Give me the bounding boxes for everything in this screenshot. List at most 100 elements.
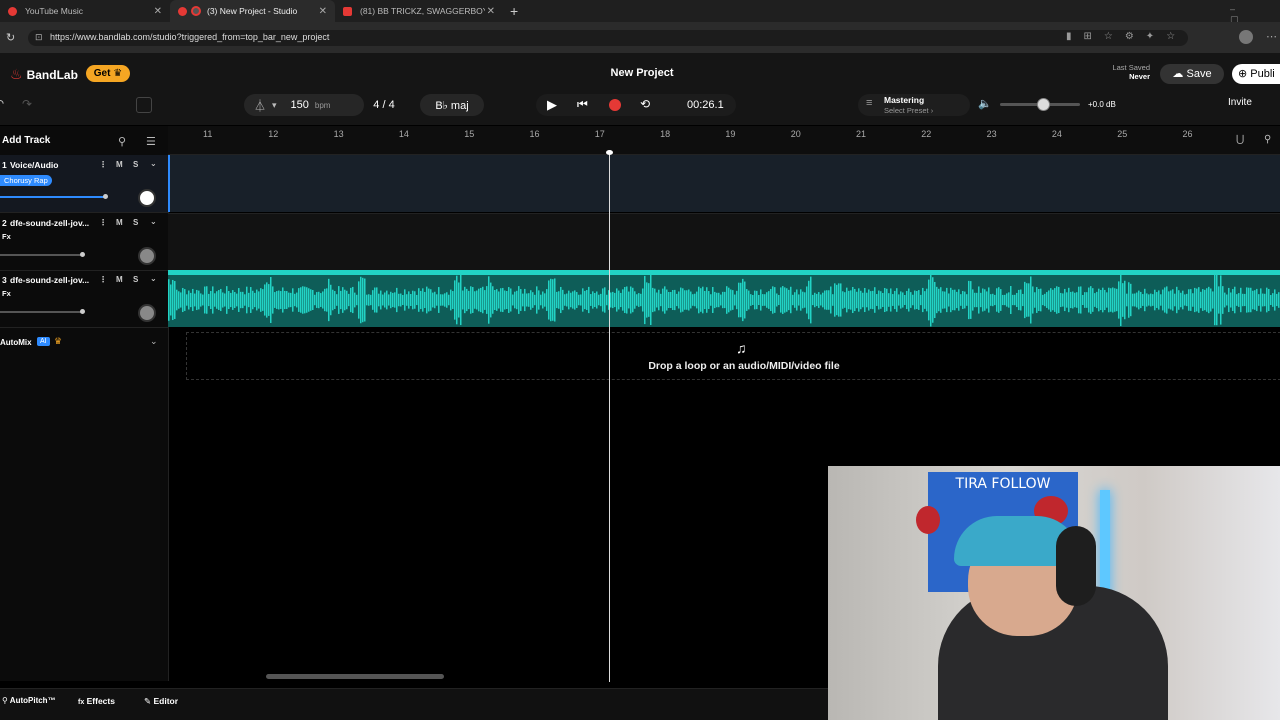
browser-tab-active[interactable]: (3) New Project - Studio ✕ <box>170 0 335 22</box>
play-icon[interactable]: ▶ <box>547 97 557 113</box>
invite-button[interactable]: Invite <box>1228 97 1252 108</box>
solo-button[interactable]: S <box>133 160 138 169</box>
track-header-1[interactable]: 1 Voice/Audio Chorusy Rap ⋮ M S ⌄ <box>0 155 168 213</box>
tuner-icon[interactable]: ⚲ <box>118 135 126 148</box>
pan-knob[interactable] <box>138 304 156 322</box>
close-icon[interactable]: ✕ <box>319 6 327 17</box>
track-number: 2 <box>2 218 7 228</box>
pan-knob[interactable] <box>138 247 156 265</box>
effects-button[interactable]: fx Effects <box>78 696 115 706</box>
track-volume-thumb[interactable] <box>80 309 85 314</box>
filter-icon[interactable]: ☰ <box>146 135 156 148</box>
tempo-control[interactable]: ⏃ ▾ 150 bpm <box>244 94 364 116</box>
ruler-bar-number: 26 <box>1182 129 1193 139</box>
magnet-snap-icon[interactable]: ⋃ <box>1236 134 1244 145</box>
track-volume-thumb[interactable] <box>80 252 85 257</box>
track-volume-fader[interactable] <box>0 196 105 198</box>
track-lane-1[interactable] <box>168 155 1280 212</box>
track-menu-icon[interactable]: ⋮ <box>99 218 107 227</box>
chevron-down-icon[interactable]: ⌄ <box>150 274 157 283</box>
track-volume-thumb[interactable] <box>103 194 108 199</box>
autopitch-button[interactable]: ⚲ AutoPitch™ <box>2 696 56 705</box>
effect-preset-badge[interactable]: Chorusy Rap <box>0 175 52 186</box>
playhead[interactable] <box>609 152 610 682</box>
close-icon[interactable]: ✕ <box>154 6 162 17</box>
editor-button[interactable]: ✎ Editor <box>144 696 178 707</box>
project-title[interactable]: New Project <box>560 67 724 79</box>
more-menu-icon[interactable]: ⋯ <box>1266 30 1277 43</box>
browser-tab[interactable]: (81) BB TRICKZ, SWAGGERBOYZ T... ✕ <box>335 0 503 22</box>
undo-icon[interactable]: ↶ <box>0 97 4 111</box>
last-saved-value: Never <box>1129 72 1150 81</box>
skip-back-icon[interactable]: ⏮ <box>577 97 588 112</box>
speaker-icon[interactable]: 🔈 <box>978 97 992 110</box>
new-tab-icon[interactable]: + <box>510 3 518 19</box>
browser-tab-bar: YouTube Music ✕ (3) New Project - Studio… <box>0 0 1280 24</box>
automix-label[interactable]: AutoMix <box>0 338 32 347</box>
close-icon[interactable]: ✕ <box>487 6 495 17</box>
mastering-sliders-icon: ≡ <box>866 97 873 109</box>
save-button[interactable]: ☁ Save <box>1160 64 1224 84</box>
solo-button[interactable]: S <box>133 275 138 284</box>
bottom-toolbar <box>0 688 828 720</box>
chevron-down-icon[interactable]: ▾ <box>272 100 277 111</box>
mute-button[interactable]: M <box>116 160 123 169</box>
mastering-preset[interactable]: Select Preset › <box>884 106 933 115</box>
browser-tab[interactable]: YouTube Music ✕ <box>0 0 170 22</box>
track-header-2[interactable]: 2 dfe-sound-zell-jov... Fx ⋮ M S ⌄ <box>0 213 168 271</box>
browser-extension-icons[interactable]: ▮⊞☆⚙✦☆ <box>1066 31 1187 42</box>
track-volume-fader[interactable] <box>0 254 82 256</box>
pan-knob[interactable] <box>138 189 156 207</box>
ruler-bar-number: 25 <box>1117 129 1128 139</box>
tab-title: (81) BB TRICKZ, SWAGGERBOYZ T... <box>360 6 485 16</box>
track-lane-3[interactable] <box>168 270 1280 327</box>
youtube-icon <box>343 6 352 16</box>
site-info-icon[interactable]: ⊡ <box>35 32 43 43</box>
key-selector[interactable]: B♭ maj <box>420 94 484 116</box>
track-name[interactable]: dfe-sound-zell-jov... <box>10 275 89 285</box>
fx-label[interactable]: Fx <box>2 289 11 298</box>
ruler-bar-number: 18 <box>660 129 671 139</box>
horizontal-scrollbar[interactable] <box>266 674 444 679</box>
reload-icon[interactable]: ↻ <box>6 31 15 44</box>
chevron-down-icon[interactable]: ⌄ <box>150 159 157 168</box>
fx-label[interactable]: Fx <box>2 232 11 241</box>
master-volume-db: +0.0 dB <box>1088 100 1116 109</box>
ruler-bar-number: 13 <box>333 129 344 139</box>
track-name[interactable]: Voice/Audio <box>10 160 59 170</box>
loop-icon[interactable]: ⟲ <box>640 97 650 111</box>
music-note-plus-icon: ♫ <box>736 340 747 356</box>
redo-icon[interactable]: ↷ <box>22 97 32 111</box>
tempo-value[interactable]: 150 <box>291 99 309 111</box>
solo-button[interactable]: S <box>133 218 138 227</box>
audio-waveform[interactable] <box>168 270 1280 327</box>
chevron-down-icon[interactable]: ⌄ <box>150 336 158 347</box>
track-menu-icon[interactable]: ⋮ <box>99 160 107 169</box>
track-volume-fader[interactable] <box>0 311 82 313</box>
ruler-bar-number: 20 <box>790 129 801 139</box>
pencil-icon: ✎ <box>144 696 152 706</box>
track-lane-2[interactable] <box>168 213 1280 271</box>
track-name[interactable]: dfe-sound-zell-jov... <box>10 218 89 228</box>
tab-title: (3) New Project - Studio <box>207 6 298 16</box>
playhead-handle[interactable] <box>606 150 613 155</box>
publish-button[interactable]: ⊕ Publi <box>1232 64 1280 84</box>
bandlab-logo[interactable]: ♨ BandLab <box>10 66 78 83</box>
mute-button[interactable]: M <box>116 275 123 284</box>
add-track-button[interactable]: Add Track <box>2 135 50 146</box>
time-signature[interactable]: 4 / 4 <box>360 94 408 116</box>
drop-zone[interactable] <box>186 332 1280 380</box>
master-volume-thumb[interactable] <box>1037 98 1050 111</box>
chevron-down-icon[interactable]: ⌄ <box>150 217 157 226</box>
effects-label: Effects <box>86 696 115 706</box>
record-icon[interactable] <box>609 99 621 111</box>
get-membership-button[interactable]: Get ♛ <box>86 65 130 82</box>
last-saved-status: Last Saved Never <box>1100 63 1150 81</box>
panel-toggle-icon[interactable] <box>136 97 152 113</box>
track-header-3[interactable]: 3 dfe-sound-zell-jov... Fx ⋮ M S ⌄ <box>0 270 168 328</box>
mute-button[interactable]: M <box>116 218 123 227</box>
track-menu-icon[interactable]: ⋮ <box>99 275 107 284</box>
zoom-icon[interactable]: ⚲ <box>1264 134 1271 145</box>
metronome-icon[interactable]: ⏃ <box>254 97 266 114</box>
profile-avatar[interactable] <box>1239 30 1253 44</box>
